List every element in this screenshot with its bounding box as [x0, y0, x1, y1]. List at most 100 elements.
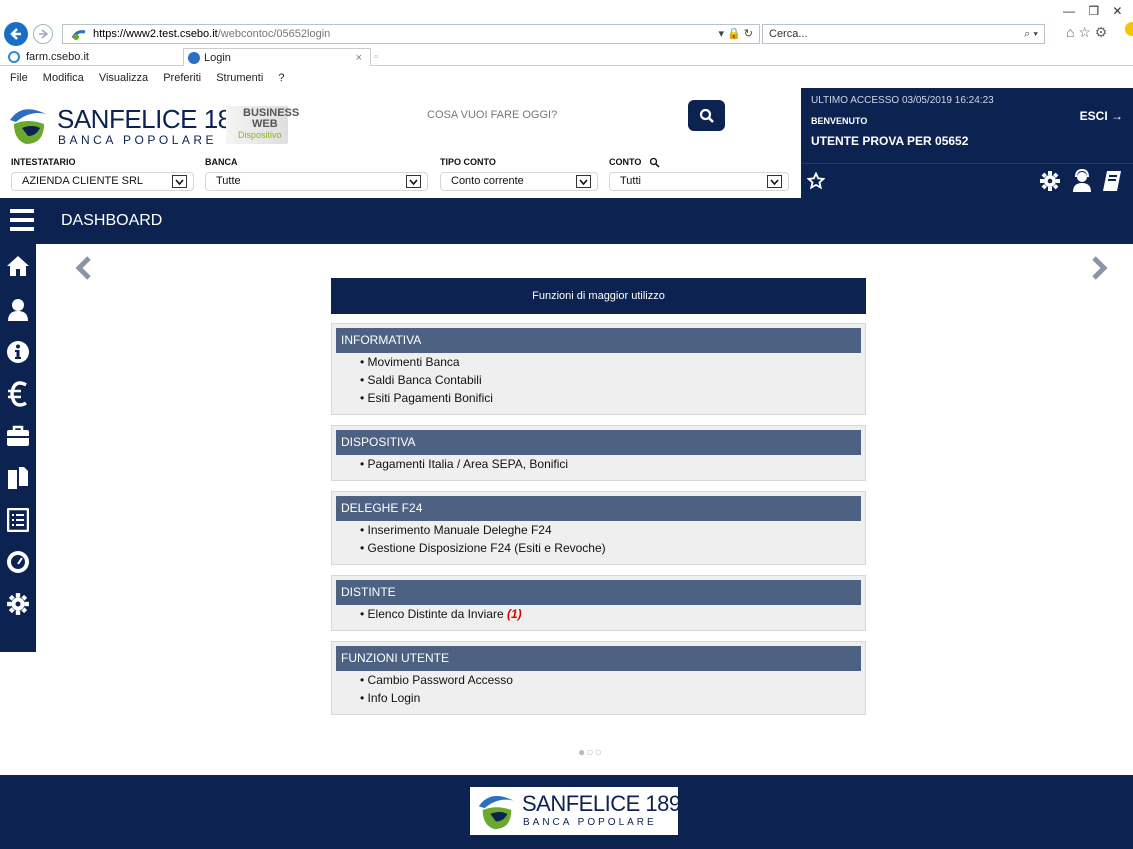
sidebar-item-info[interactable] — [0, 332, 36, 372]
browser-search-input[interactable]: Cerca... ⌕ ▾ — [762, 24, 1045, 44]
page-title: DASHBOARD — [61, 212, 163, 229]
section-title: FUNZIONI UTENTE — [336, 646, 861, 671]
logout-button[interactable]: ESCI → — [1080, 109, 1123, 123]
chevron-down-icon — [767, 175, 782, 188]
gauge-icon — [7, 551, 29, 573]
sidebar-item-profile[interactable] — [0, 290, 36, 330]
user-icon — [8, 299, 28, 321]
tipo-conto-select[interactable]: Conto corrente — [440, 172, 598, 191]
banca-select[interactable]: Tutte — [205, 172, 428, 191]
tab-strip: farm.csebo.it Login × ▫ — [0, 48, 1133, 66]
link-info-login[interactable]: • Info Login — [332, 689, 865, 707]
star-icon[interactable] — [807, 172, 825, 190]
address-controls[interactable]: ▾ 🔒 ↻ — [718, 25, 753, 43]
home-icon — [7, 256, 29, 276]
section-title: DISTINTE — [336, 580, 861, 605]
url-domain: csebo.it — [179, 28, 218, 40]
filter-label-intestatario: INTESTATARIO — [11, 157, 76, 167]
sidebar-item-documents[interactable] — [0, 458, 36, 498]
last-access: ULTIMO ACCESSO 03/05/2019 16:24:23 — [811, 95, 994, 106]
link-inserimento-deleghe[interactable]: • Inserimento Manuale Deleghe F24 — [332, 521, 865, 539]
link-elenco-distinte[interactable]: • Elenco Distinte da Inviare (1) — [332, 605, 865, 623]
sidebar-item-dashboard[interactable] — [0, 542, 36, 582]
tab-login[interactable]: Login × — [183, 48, 371, 66]
euro-icon — [8, 381, 27, 407]
menu-strumenti[interactable]: Strumenti — [216, 72, 263, 84]
header-left: SANFELICE 1893 BANCA POPOLARE BUSINESS W… — [0, 88, 801, 198]
brand-subtitle: BANCA POPOLARE — [58, 133, 218, 147]
business-web-line2: WEB — [252, 118, 278, 130]
footer-brand-name: SANFELICE 1893 — [522, 791, 693, 816]
user-toolbar — [801, 163, 1133, 198]
gear-icon — [7, 593, 29, 615]
carousel-pager[interactable]: ●○○ — [578, 745, 603, 759]
sanfelice-logo-icon — [10, 109, 46, 144]
browser-chrome: https://www2.test.csebo.it/webcontoc/056… — [0, 0, 1133, 88]
bank-app: SANFELICE 1893 BANCA POPOLARE BUSINESS W… — [0, 88, 1133, 849]
arrow-left-icon — [10, 28, 21, 40]
user-info-panel: ULTIMO ACCESSO 03/05/2019 16:24:23 BENVE… — [801, 88, 1133, 163]
footer-logo: SANFELICE 1893 BANCA POPOLARE — [470, 787, 693, 835]
sidebar-item-settings[interactable] — [0, 584, 36, 624]
browser-back-button[interactable] — [4, 22, 28, 46]
footer: SANFELICE 1893 BANCA POPOLARE — [0, 775, 1133, 849]
search-button[interactable] — [688, 100, 725, 131]
filter-label-conto: CONTO — [609, 157, 642, 167]
home-star-gear-icons[interactable]: ⌂ ☆ ⚙ — [1066, 24, 1107, 41]
intestatario-select[interactable]: AZIENDA CLIENTE SRL — [11, 172, 194, 191]
sidebar-item-reports[interactable] — [0, 500, 36, 540]
support-agent-icon[interactable] — [1071, 169, 1093, 193]
sidebar-item-payments[interactable] — [0, 374, 36, 414]
new-tab-button[interactable]: ▫ — [374, 48, 378, 66]
info-icon — [7, 341, 29, 363]
gear-icon[interactable] — [1039, 170, 1061, 192]
ie-icon — [8, 51, 20, 63]
link-movimenti-banca[interactable]: • Movimenti Banca — [332, 353, 865, 371]
menu-preferiti[interactable]: Preferiti — [163, 72, 201, 84]
menu-visualizza[interactable]: Visualizza — [99, 72, 148, 84]
briefcase-icon — [7, 425, 29, 446]
chevron-down-icon — [172, 175, 187, 188]
address-bar[interactable]: https://www2.test.csebo.it/webcontoc/056… — [62, 24, 760, 44]
menu-bar: File Modifica Visualizza Preferiti Strum… — [0, 70, 286, 86]
section-title: DELEGHE F24 — [336, 496, 861, 521]
search-icon — [699, 108, 714, 123]
search-icon[interactable] — [649, 157, 660, 168]
business-web-line3: Dispositivo — [238, 130, 282, 140]
menu-file[interactable]: File — [10, 72, 28, 84]
book-icon[interactable] — [1102, 170, 1122, 192]
section-title: INFORMATIVA — [336, 328, 861, 353]
browser-forward-button[interactable] — [33, 24, 53, 44]
sanfelice-logo-icon — [478, 795, 514, 830]
carousel-prev-icon[interactable] — [75, 256, 93, 280]
sidebar-item-home[interactable] — [0, 246, 36, 286]
sidebar — [0, 244, 36, 652]
filter-label-tipo-conto: TIPO CONTO — [440, 157, 496, 167]
link-esiti-pagamenti[interactable]: • Esiti Pagamenti Bonifici — [332, 389, 865, 407]
carousel-next-icon[interactable] — [1090, 256, 1108, 280]
window-controls[interactable]: — ❐ ✕ — [1063, 4, 1122, 18]
section-title: DISPOSITIVA — [336, 430, 861, 455]
close-tab-icon[interactable]: × — [356, 49, 362, 67]
menu-help[interactable]: ? — [278, 72, 284, 84]
section-funzioni-utente: FUNZIONI UTENTE • Cambio Password Access… — [331, 641, 866, 715]
link-gestione-f24[interactable]: • Gestione Disposizione F24 (Esiti e Rev… — [332, 539, 865, 557]
section-deleghe-f24: DELEGHE F24 • Inserimento Manuale Delegh… — [331, 491, 866, 565]
chevron-down-icon — [576, 175, 591, 188]
conto-select[interactable]: Tutti — [609, 172, 789, 191]
user-name: UTENTE PROVA PER 05652 — [811, 134, 969, 148]
link-cambio-password[interactable]: • Cambio Password Accesso — [332, 671, 865, 689]
link-pagamenti-italia[interactable]: • Pagamenti Italia / Area SEPA, Bonifici — [332, 455, 865, 473]
menu-modifica[interactable]: Modifica — [43, 72, 84, 84]
link-saldi-banca[interactable]: • Saldi Banca Contabili — [332, 371, 865, 389]
sidebar-item-business[interactable] — [0, 416, 36, 456]
frequent-functions-panel: Funzioni di maggior utilizzo INFORMATIVA… — [331, 278, 866, 715]
chevron-down-icon — [406, 175, 421, 188]
section-dispositiva: DISPOSITIVA • Pagamenti Italia / Area SE… — [331, 425, 866, 481]
smiley-icon[interactable] — [1125, 22, 1133, 36]
browser-search-controls[interactable]: ⌕ ▾ — [1024, 25, 1038, 43]
url-prefix: https://www2.test. — [93, 28, 180, 40]
menu-toggle-icon[interactable] — [10, 209, 34, 233]
footer-brand-subtitle: BANCA POPOLARE — [523, 817, 657, 828]
tab-farm[interactable]: farm.csebo.it — [6, 48, 89, 66]
